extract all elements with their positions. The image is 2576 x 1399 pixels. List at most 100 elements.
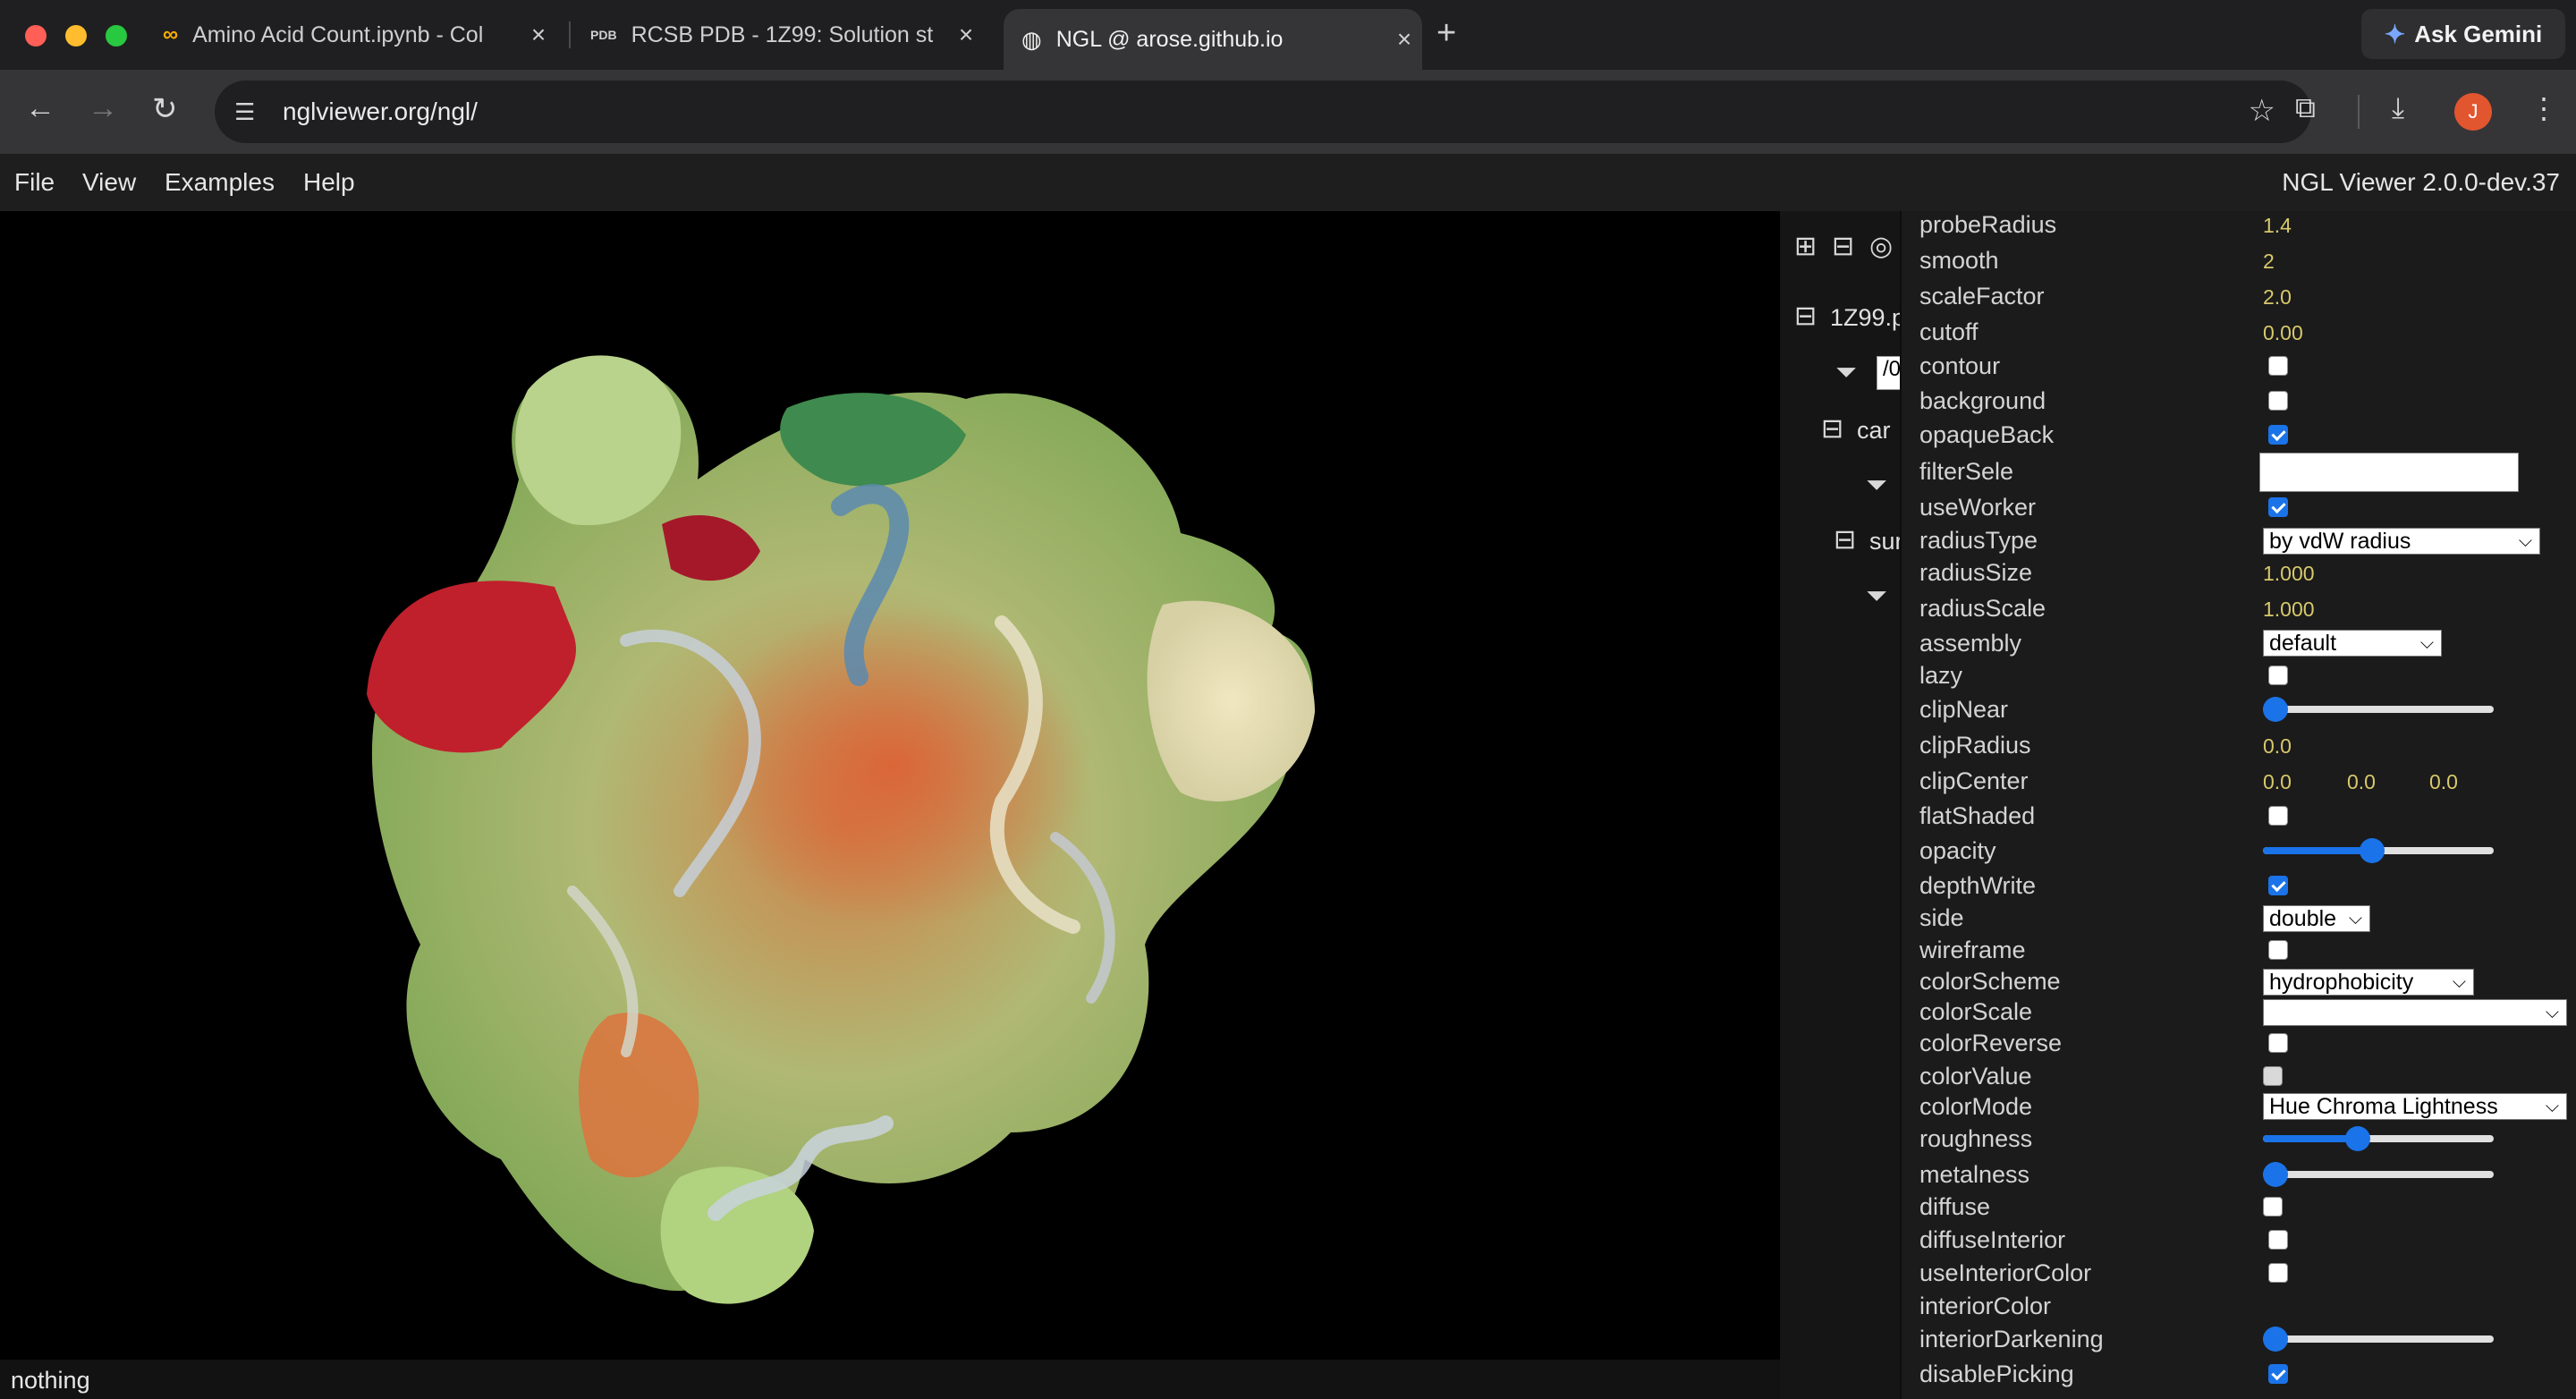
disable-picking-checkbox[interactable]: [2268, 1364, 2288, 1384]
back-arrow-icon[interactable]: ←: [25, 91, 55, 126]
roughness-slider[interactable]: [2263, 1125, 2494, 1152]
collapse-structure-icon[interactable]: ⊟: [1794, 301, 1817, 332]
representation-properties-panel: probeRadius 1.4 smooth 2 scaleFactor 2.0…: [1902, 211, 2576, 1399]
collapse-rep-icon[interactable]: ⊟: [1821, 413, 1843, 445]
color-reverse-checkbox[interactable]: [2268, 1033, 2288, 1053]
prop-label: colorScheme: [1919, 968, 2061, 995]
prop-label: assembly: [1919, 630, 2022, 657]
avatar[interactable]: J: [2454, 93, 2492, 131]
filter-sele-input[interactable]: [2259, 453, 2519, 492]
bookmark-star-icon[interactable]: ☆: [2249, 93, 2275, 129]
prop-label: clipNear: [1919, 696, 2009, 723]
close-icon[interactable]: ×: [521, 21, 556, 49]
use-interior-color-checkbox[interactable]: [2268, 1263, 2288, 1283]
clip-center-y-value[interactable]: 0.0: [2347, 770, 2376, 794]
menu-view[interactable]: View: [82, 168, 136, 197]
close-icon[interactable]: ×: [1386, 25, 1422, 54]
filter-icon[interactable]: ⏷: [1835, 358, 1857, 388]
menu-help[interactable]: Help: [303, 168, 355, 197]
smooth-value[interactable]: 2: [2263, 250, 2275, 274]
diffuse-interior-checkbox[interactable]: [2268, 1230, 2288, 1250]
wireframe-checkbox[interactable]: [2268, 940, 2288, 960]
toolbar-separator: [2358, 95, 2360, 129]
diffuse-checkbox[interactable]: [2263, 1197, 2283, 1217]
filter-icon[interactable]: ⏷: [1866, 581, 1887, 612]
lazy-checkbox[interactable]: [2268, 666, 2288, 685]
side-select[interactable]: double ⌵: [2263, 905, 2370, 932]
prop-label: flatShaded: [1919, 802, 2036, 829]
filter-input[interactable]: /0: [1877, 356, 1900, 390]
menu-file[interactable]: File: [14, 168, 55, 197]
structure-label[interactable]: 1Z99.p: [1830, 304, 1900, 332]
use-worker-checkbox[interactable]: [2268, 497, 2288, 517]
protein-surface-render: [367, 355, 1315, 1304]
chevron-down-icon: ⌵: [2545, 1003, 2559, 1022]
assembly-select[interactable]: default ⌵: [2263, 630, 2442, 657]
collapse-rep-icon[interactable]: ⊟: [1834, 524, 1856, 555]
menu-examples[interactable]: Examples: [165, 168, 275, 197]
clip-near-slider[interactable]: [2263, 696, 2494, 723]
radius-size-value[interactable]: 1.000: [2263, 562, 2315, 586]
prop-label: filterSele: [1919, 458, 2014, 485]
prop-label: roughness: [1919, 1125, 2033, 1152]
media-cast-icon[interactable]: ⧉: [2295, 91, 2316, 125]
prop-label: colorValue: [1919, 1063, 2032, 1090]
browser-tab-bar: ∞ Amino Acid Count.ipynb - Col × PDB RCS…: [0, 0, 2576, 70]
radius-type-select[interactable]: by vdW radius ⌵: [2263, 528, 2540, 555]
close-window-button[interactable]: [25, 25, 47, 47]
depth-write-checkbox[interactable]: [2268, 876, 2288, 895]
gemini-spark-icon: ✦: [2384, 20, 2406, 48]
flat-shaded-checkbox[interactable]: [2268, 806, 2288, 826]
clip-center-z-value[interactable]: 0.0: [2429, 770, 2458, 794]
new-tab-icon[interactable]: +: [1436, 14, 1456, 53]
cutoff-value[interactable]: 0.00: [2263, 321, 2303, 345]
tab-ngl[interactable]: ◍ NGL @ arose.github.io ×: [1004, 9, 1422, 70]
prop-label: colorReverse: [1919, 1030, 2063, 1056]
probe-radius-value[interactable]: 1.4: [2263, 214, 2292, 238]
colab-icon: ∞: [163, 22, 179, 47]
address-bar[interactable]: ☰ nglviewer.org/ngl/ ☆: [215, 81, 2311, 143]
site-settings-icon[interactable]: ☰: [234, 98, 265, 126]
opaque-back-checkbox[interactable]: [2268, 425, 2288, 445]
forward-arrow-icon[interactable]: →: [88, 91, 118, 126]
chevron-down-icon: ⌵: [2452, 972, 2466, 992]
expand-all-icon[interactable]: ⊞: [1794, 231, 1817, 262]
tab-rcsb-pdb[interactable]: PDB RCSB PDB - 1Z99: Solution st ×: [590, 9, 984, 61]
ask-gemini-button[interactable]: ✦ Ask Gemini: [2361, 9, 2565, 59]
opacity-slider[interactable]: [2263, 837, 2494, 864]
prop-label: radiusType: [1919, 527, 2038, 554]
app-menubar: File View Examples Help NGL Viewer 2.0.0…: [0, 154, 2576, 211]
color-value-swatch[interactable]: [2263, 1066, 2283, 1086]
minimize-window-button[interactable]: [65, 25, 87, 47]
filter-icon[interactable]: ⏷: [1866, 471, 1887, 501]
clip-radius-value[interactable]: 0.0: [2263, 734, 2292, 759]
radius-scale-value[interactable]: 1.000: [2263, 598, 2315, 622]
rep-surface-label[interactable]: sur: [1869, 528, 1900, 555]
color-mode-select[interactable]: Hue Chroma Lightness ⌵: [2263, 1093, 2567, 1120]
prop-label: wireframe: [1919, 937, 2026, 963]
prop-label: useInteriorColor: [1919, 1259, 2092, 1286]
color-scale-select[interactable]: ⌵: [2263, 999, 2567, 1026]
center-target-icon[interactable]: ◎: [1869, 231, 1893, 262]
status-text: nothing: [11, 1367, 90, 1394]
tab-colab[interactable]: ∞ Amino Acid Count.ipynb - Col ×: [163, 9, 556, 61]
chevron-down-icon: ⌵: [2518, 531, 2532, 551]
reload-icon[interactable]: ↻: [152, 91, 178, 127]
scale-factor-value[interactable]: 2.0: [2263, 285, 2292, 309]
more-menu-icon[interactable]: ⋮: [2529, 91, 2558, 125]
molecule-viewport[interactable]: [0, 211, 1780, 1360]
browser-toolbar: ← → ↻ ☰ nglviewer.org/ngl/ ☆ ⧉ ⤓ J ⋮: [0, 70, 2576, 154]
download-icon[interactable]: ⤓: [2392, 91, 2404, 125]
close-icon[interactable]: ×: [948, 21, 984, 49]
clip-center-x-value[interactable]: 0.0: [2263, 770, 2292, 794]
prop-label: smooth: [1919, 247, 1999, 274]
contour-checkbox[interactable]: [2268, 356, 2288, 376]
background-checkbox[interactable]: [2268, 391, 2288, 411]
prop-label: metalness: [1919, 1161, 2030, 1188]
maximize-window-button[interactable]: [106, 25, 127, 47]
collapse-all-icon[interactable]: ⊟: [1832, 231, 1854, 262]
metalness-slider[interactable]: [2263, 1161, 2494, 1188]
rep-cartoon-label[interactable]: car: [1857, 417, 1891, 445]
color-scheme-select[interactable]: hydrophobicity ⌵: [2263, 969, 2474, 996]
interior-darkening-slider[interactable]: [2263, 1326, 2494, 1352]
